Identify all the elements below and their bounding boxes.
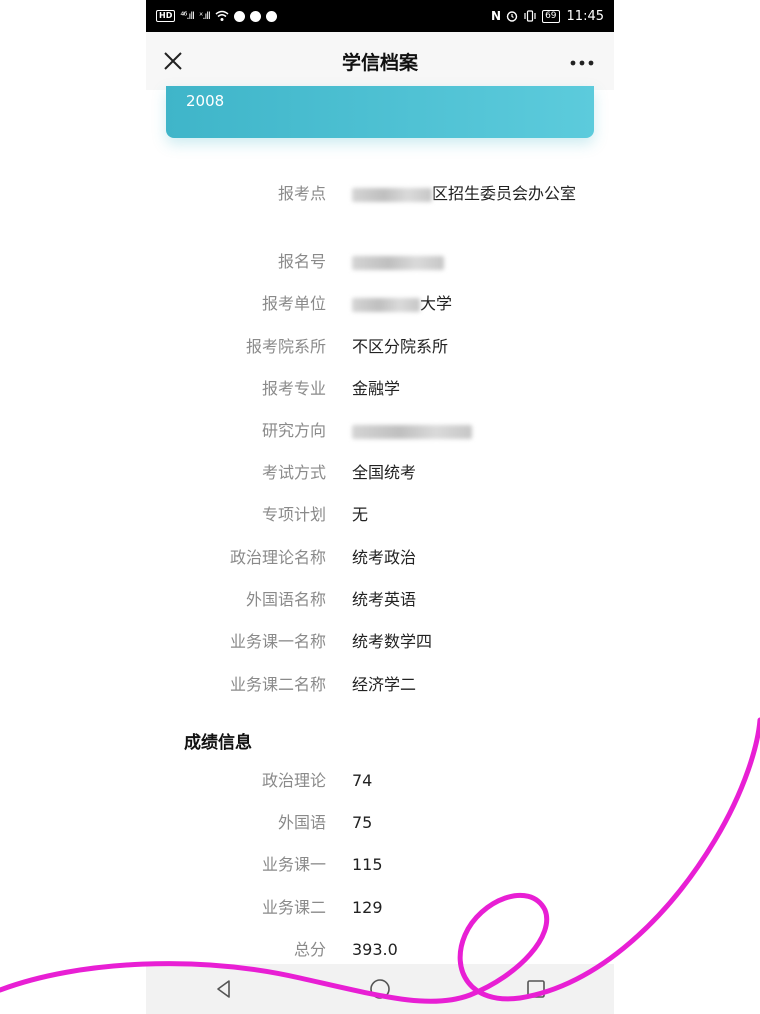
detail-row-major: 报考专业 金融学 — [146, 377, 614, 401]
detail-value-text: 大学 — [420, 294, 453, 313]
vibrate-icon — [524, 10, 536, 22]
detail-label: 报考专业 — [261, 379, 326, 398]
score-row-course2: 业务课二 129 — [146, 896, 614, 920]
back-triangle-icon — [217, 980, 230, 998]
detail-label: 业务课一名称 — [229, 632, 326, 651]
signal-icon-2: ˣ.ıll — [198, 10, 211, 22]
score-label: 总分 — [293, 940, 326, 959]
status-left: HD ⁴⁶.ıll ˣ.ıll — [156, 10, 277, 22]
score-row-total: 总分 393.0 — [146, 938, 614, 962]
detail-label: 报名号 — [277, 252, 326, 271]
detail-value: 统考英语 — [352, 590, 417, 609]
score-label: 政治理论 — [261, 771, 326, 790]
redacted-text — [352, 187, 432, 202]
detail-row-politics-name: 政治理论名称 统考政治 — [146, 546, 614, 570]
status-right: N 69 11:45 — [491, 9, 604, 24]
navigation-bar: 学信档案 — [146, 32, 614, 90]
detail-value: 区招生委员会办公室 — [352, 182, 582, 206]
score-value: 129 — [352, 898, 383, 917]
score-label: 外国语 — [277, 813, 326, 832]
app-notification-icon — [233, 10, 245, 22]
close-icon — [164, 52, 182, 70]
redacted-text — [352, 424, 472, 439]
detail-value — [352, 419, 582, 443]
detail-label: 考试方式 — [261, 463, 326, 482]
detail-label: 报考院系所 — [245, 337, 326, 356]
detail-label: 政治理论名称 — [229, 548, 326, 567]
detail-value: 无 — [352, 505, 369, 524]
detail-row-department: 报考院系所 不区分院系所 — [146, 335, 614, 359]
battery-icon: 69 — [542, 9, 560, 23]
detail-row-exam-site: 报考点 区招生委员会办公室 — [146, 182, 614, 206]
score-label: 业务课二 — [261, 898, 326, 917]
detail-value: 统考数学四 — [352, 632, 433, 651]
score-value: 115 — [352, 855, 383, 874]
hd-badge: HD — [156, 10, 176, 22]
close-button[interactable] — [158, 46, 188, 76]
detail-row-research-direction: 研究方向 — [146, 419, 614, 443]
info-card: 2008 — [166, 86, 594, 138]
detail-row-course1-name: 业务课一名称 统考数学四 — [146, 630, 614, 654]
alarm-icon — [506, 11, 518, 22]
home-circle-icon — [370, 979, 390, 999]
back-button[interactable] — [204, 974, 244, 1004]
score-row-foreign-language: 外国语 75 — [146, 811, 614, 835]
phone-screen: HD ⁴⁶.ıll ˣ.ıll N 69 11:45 学信档案 2008 报考点… — [146, 0, 614, 1014]
content-area[interactable]: 2008 报考点 区招生委员会办公室 报名号 报考单位 大学 报考院系所 不区分… — [146, 86, 614, 964]
detail-label: 报考点 — [277, 184, 326, 203]
score-value: 75 — [352, 813, 373, 832]
detail-value: 统考政治 — [352, 548, 417, 567]
app-notification-icon-3 — [265, 10, 277, 22]
system-navigation-bar — [146, 964, 614, 1014]
detail-row-registration-no: 报名号 — [146, 250, 614, 274]
redacted-text — [352, 255, 444, 270]
score-row-course1: 业务课一 115 — [146, 853, 614, 877]
detail-label: 报考单位 — [261, 294, 326, 313]
score-value: 74 — [352, 771, 373, 790]
score-value: 393.0 — [352, 940, 398, 959]
detail-value: 经济学二 — [352, 675, 417, 694]
detail-label: 业务课二名称 — [229, 675, 326, 694]
status-time: 11:45 — [566, 8, 604, 24]
recents-button[interactable] — [516, 974, 556, 1004]
detail-row-course2-name: 业务课二名称 经济学二 — [146, 673, 614, 697]
score-row-politics: 政治理论 74 — [146, 769, 614, 793]
score-label: 业务课一 — [261, 855, 326, 874]
app-notification-icon-2 — [249, 10, 261, 22]
detail-row-exam-mode: 考试方式 全国统考 — [146, 461, 614, 485]
detail-label: 研究方向 — [261, 421, 326, 440]
detail-row-special-plan: 专项计划 无 — [146, 503, 614, 527]
recents-square-icon — [527, 980, 545, 998]
signal-icon: ⁴⁶.ıll — [180, 10, 194, 22]
scores-section-title: 成绩信息 — [184, 733, 252, 753]
detail-row-foreign-language-name: 外国语名称 统考英语 — [146, 588, 614, 612]
redacted-text — [352, 297, 420, 312]
more-button[interactable] — [570, 46, 594, 74]
nfc-icon: N — [491, 9, 502, 23]
detail-value-text: 区招生委员会办公室 — [432, 184, 577, 203]
screenshot-canvas: HD ⁴⁶.ıll ˣ.ıll N 69 11:45 学信档案 2008 报考点… — [0, 0, 760, 1014]
detail-row-institution: 报考单位 大学 — [146, 292, 614, 316]
home-button[interactable] — [360, 974, 400, 1004]
detail-label: 专项计划 — [261, 505, 326, 524]
detail-value: 大学 — [352, 292, 582, 316]
wifi-icon — [215, 10, 229, 21]
detail-value: 不区分院系所 — [352, 337, 449, 356]
detail-value: 全国统考 — [352, 463, 417, 482]
detail-value — [352, 250, 582, 274]
page-title: 学信档案 — [341, 51, 418, 74]
status-bar: HD ⁴⁶.ıll ˣ.ıll N 69 11:45 — [146, 0, 614, 32]
more-icon — [570, 60, 594, 66]
detail-value: 金融学 — [352, 379, 401, 398]
card-year: 2008 — [186, 92, 225, 110]
detail-label: 外国语名称 — [245, 590, 326, 609]
